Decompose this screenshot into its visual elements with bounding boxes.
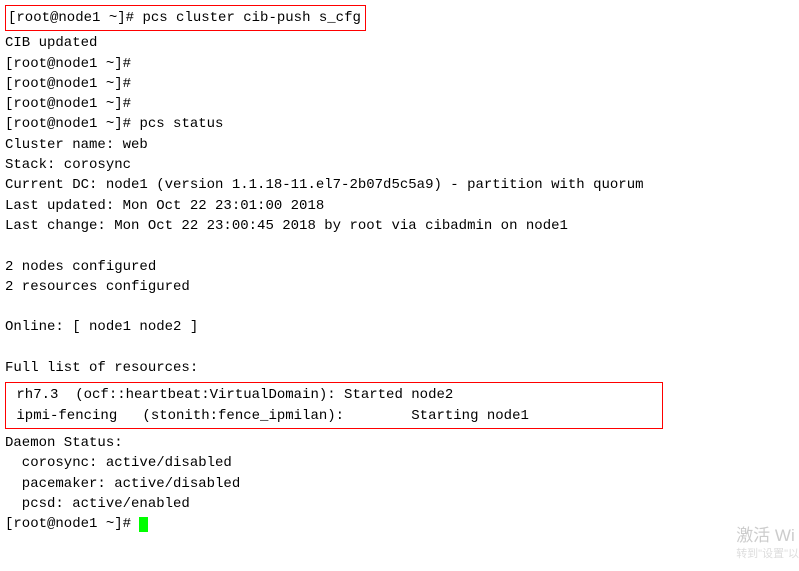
terminal-cursor[interactable] bbox=[139, 517, 148, 532]
shell-prompt: [root@node1 ~]# bbox=[8, 10, 134, 26]
shell-prompt: [root@node1 ~]# bbox=[5, 516, 131, 532]
shell-prompt: [root@node1 ~]# bbox=[5, 76, 131, 92]
daemon-corosync: corosync: active/disabled bbox=[5, 453, 794, 473]
status-current-dc: Current DC: node1 (version 1.1.18-11.el7… bbox=[5, 175, 794, 195]
status-last-updated: Last updated: Mon Oct 22 23:01:00 2018 bbox=[5, 196, 794, 216]
shell-prompt: [root@node1 ~]# bbox=[5, 116, 131, 132]
command-text: pcs cluster cib-push s_cfg bbox=[142, 10, 360, 26]
daemon-pcsd: pcsd: active/enabled bbox=[5, 494, 794, 514]
daemon-pacemaker: pacemaker: active/disabled bbox=[5, 474, 794, 494]
highlighted-command-1: [root@node1 ~]# pcs cluster cib-push s_c… bbox=[5, 5, 366, 31]
watermark-subtitle: 转到"设置"以 bbox=[736, 547, 799, 561]
status-last-change: Last change: Mon Oct 22 23:00:45 2018 by… bbox=[5, 216, 794, 236]
resource-ipmi-fencing: ipmi-fencing (stonith:fence_ipmilan): St… bbox=[8, 406, 658, 426]
status-resources-configured: 2 resources configured bbox=[5, 277, 794, 297]
shell-prompt: [root@node1 ~]# bbox=[5, 96, 131, 112]
daemon-status-header: Daemon Status: bbox=[5, 433, 794, 453]
status-online-nodes: Online: [ node1 node2 ] bbox=[5, 317, 794, 337]
highlighted-resources-box: rh7.3 (ocf::heartbeat:VirtualDomain): St… bbox=[5, 382, 663, 429]
windows-activation-watermark: 激活 Wi 转到"设置"以 bbox=[736, 525, 799, 561]
command-text: pcs status bbox=[139, 116, 223, 132]
status-resources-header: Full list of resources: bbox=[5, 358, 794, 378]
watermark-title: 激活 Wi bbox=[736, 525, 799, 547]
status-nodes-configured: 2 nodes configured bbox=[5, 257, 794, 277]
status-cluster-name: Cluster name: web bbox=[5, 135, 794, 155]
output-cib-updated: CIB updated bbox=[5, 33, 794, 53]
status-stack: Stack: corosync bbox=[5, 155, 794, 175]
resource-rh73: rh7.3 (ocf::heartbeat:VirtualDomain): St… bbox=[8, 385, 658, 405]
shell-prompt: [root@node1 ~]# bbox=[5, 56, 131, 72]
